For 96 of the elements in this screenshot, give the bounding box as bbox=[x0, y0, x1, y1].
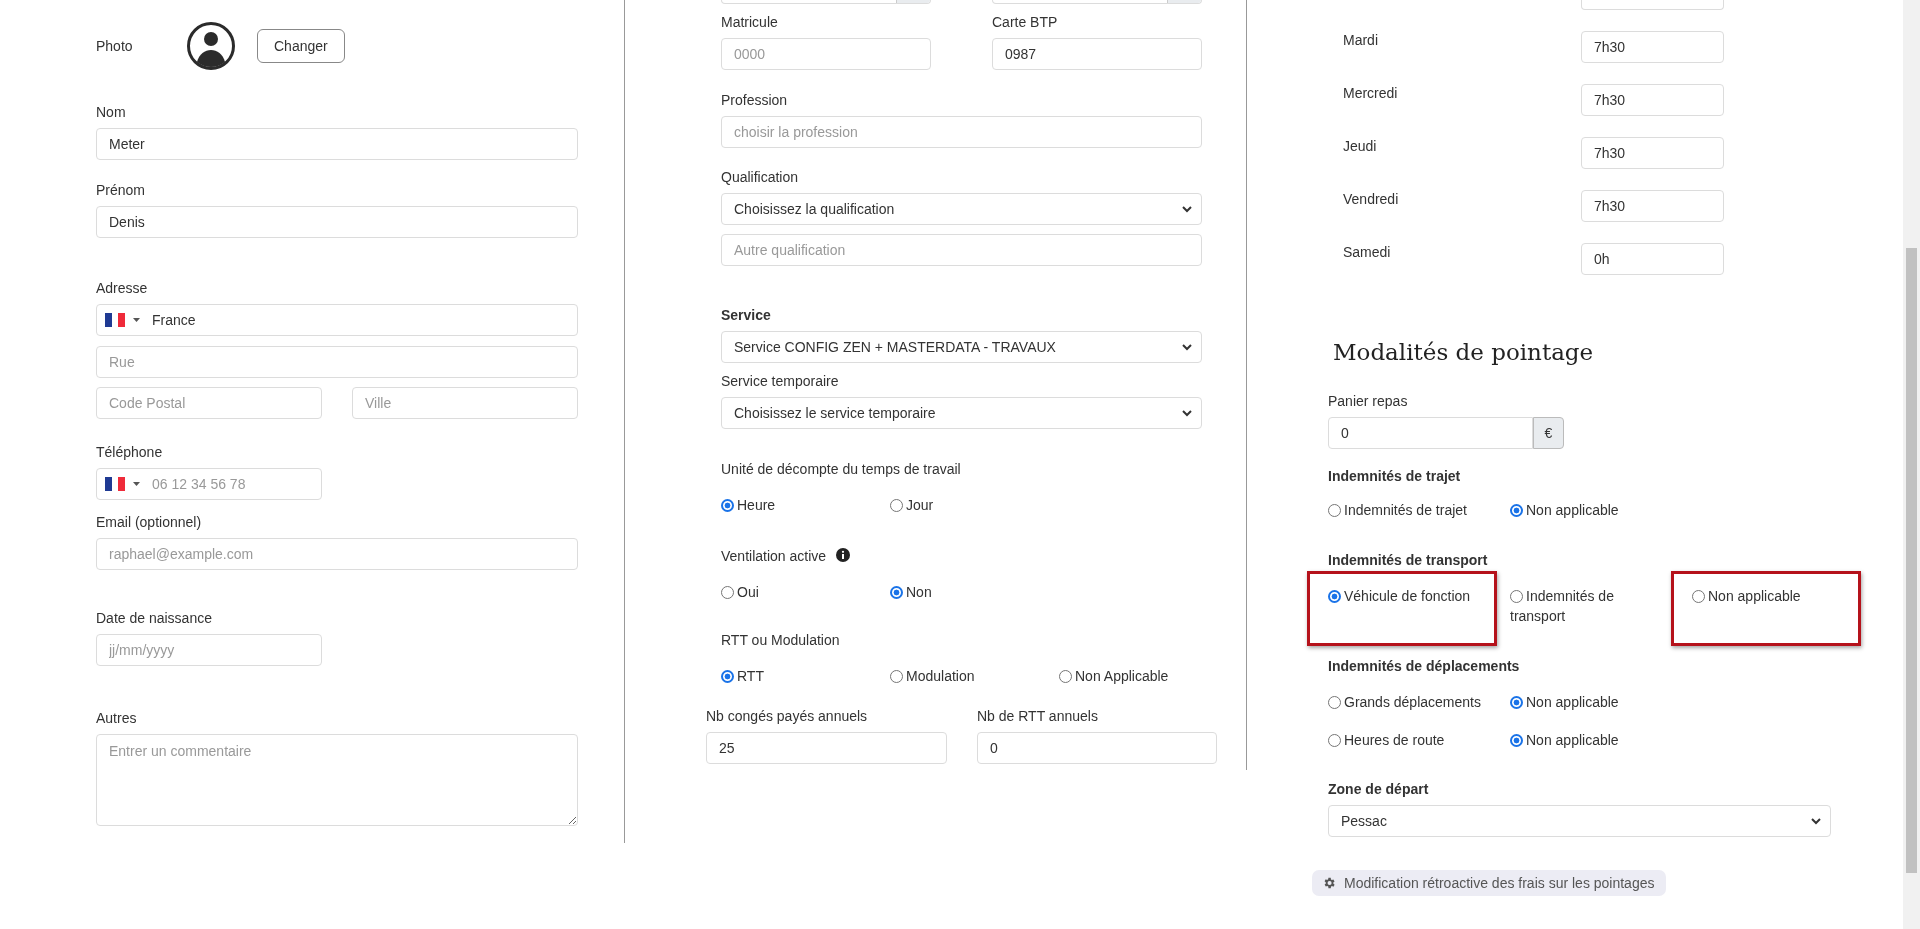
radio-button[interactable] bbox=[890, 499, 903, 512]
radio-option[interactable]: Modulation bbox=[890, 666, 1059, 686]
hours-field[interactable]: 7h30 bbox=[1581, 137, 1724, 169]
comment-field[interactable]: Entrer un commentaire bbox=[96, 734, 578, 826]
hours-field[interactable]: 7h30 bbox=[1581, 190, 1724, 222]
field-label: Service temporaire bbox=[721, 373, 840, 390]
field-label: Panier repas bbox=[1328, 393, 1409, 410]
field-label: Prénom bbox=[96, 182, 147, 199]
radio-button[interactable] bbox=[1328, 734, 1341, 747]
field-label: Nb congés payés annuels bbox=[706, 708, 869, 725]
info-icon[interactable] bbox=[836, 548, 851, 562]
dropdown[interactable]: Service CONFIG ZEN + MASTERDATA - TRAVAUX bbox=[721, 331, 1202, 363]
day-label: Mardi bbox=[1342, 32, 1379, 49]
radio-button[interactable] bbox=[1328, 696, 1341, 709]
field-label: Autres bbox=[96, 710, 138, 727]
hours-field[interactable]: 7h30 bbox=[1581, 84, 1724, 116]
radio-button[interactable] bbox=[721, 586, 734, 599]
input-field[interactable] bbox=[1581, 0, 1724, 10]
day-label: Samedi bbox=[1342, 244, 1392, 261]
field-label: Profession bbox=[721, 92, 789, 109]
input-field[interactable]: Denis bbox=[96, 206, 578, 238]
field-label: Carte BTP bbox=[992, 14, 1059, 31]
field-label: Service bbox=[721, 307, 772, 324]
input-field[interactable]: 25 bbox=[706, 732, 947, 764]
change-button[interactable]: Changer bbox=[257, 29, 345, 63]
input-field[interactable]: Rue bbox=[96, 346, 578, 378]
radio-button[interactable] bbox=[890, 670, 903, 683]
caret-icon bbox=[133, 318, 140, 322]
radio-option[interactable]: RTT bbox=[721, 666, 890, 686]
gear-icon bbox=[1322, 876, 1336, 890]
radio-button[interactable] bbox=[1328, 504, 1341, 517]
field-label: Indemnités de déplacements bbox=[1328, 658, 1521, 675]
input-field[interactable]: 0987 bbox=[992, 38, 1202, 70]
hours-field[interactable]: 7h30 bbox=[1581, 31, 1724, 63]
day-label: Vendredi bbox=[1342, 191, 1400, 208]
radio-button[interactable] bbox=[721, 670, 734, 683]
caret-icon bbox=[133, 482, 140, 486]
input-field[interactable]: Autre qualification bbox=[721, 234, 1202, 266]
field-label: Unité de décompte du temps de travail bbox=[721, 461, 962, 478]
dropdown[interactable]: Choisissez la qualification bbox=[721, 193, 1202, 225]
field-label: RTT ou Modulation bbox=[721, 632, 841, 649]
field-label: Qualification bbox=[721, 169, 800, 186]
field-label: Ventilation active bbox=[721, 548, 827, 565]
radio-option[interactable]: Non applicable bbox=[1671, 571, 1861, 646]
radio-button[interactable] bbox=[1510, 696, 1523, 709]
field-label: Zone de départ bbox=[1328, 781, 1430, 798]
input-field[interactable]: raphael@example.com bbox=[96, 538, 578, 570]
radio-button[interactable] bbox=[890, 586, 903, 599]
flag-icon bbox=[105, 477, 125, 491]
flag-icon bbox=[105, 313, 125, 327]
currency-label: € bbox=[1533, 417, 1564, 449]
user-avatar-icon bbox=[187, 22, 235, 70]
radio-option[interactable]: Heure bbox=[721, 495, 890, 515]
field-label: Matricule bbox=[721, 14, 779, 31]
day-label: Jeudi bbox=[1342, 138, 1378, 155]
retroactive-button[interactable]: Modification rétroactive des frais sur les pointages bbox=[1312, 870, 1667, 896]
radio-option[interactable]: Non Applicable bbox=[1059, 666, 1228, 686]
scrollbar[interactable] bbox=[1903, 0, 1920, 929]
input-field[interactable]: Ville bbox=[352, 387, 578, 419]
date-field[interactable]: jj/mm/yyyy bbox=[96, 634, 322, 666]
input-field[interactable]: 0000 bbox=[721, 38, 931, 70]
radio-option[interactable]: Véhicule de fonction bbox=[1307, 571, 1497, 646]
input-field[interactable]: 0 bbox=[1328, 417, 1533, 449]
field-label: Date de naissance bbox=[96, 610, 213, 627]
radio-option[interactable]: Non bbox=[890, 582, 1059, 602]
section-title: Modalités de pointage bbox=[1333, 338, 1595, 367]
radio-button[interactable] bbox=[1059, 670, 1072, 683]
radio-button[interactable] bbox=[1510, 504, 1523, 517]
field-label: Nom bbox=[96, 104, 127, 121]
radio-button[interactable] bbox=[721, 499, 734, 512]
day-label: Mercredi bbox=[1342, 85, 1399, 102]
radio-button[interactable] bbox=[1510, 590, 1523, 603]
radio-option[interactable]: Oui bbox=[721, 582, 890, 602]
field-label: Photo bbox=[96, 37, 134, 56]
input-field[interactable]: Meter bbox=[96, 128, 578, 160]
dropdown[interactable]: Pessac bbox=[1328, 805, 1831, 837]
field-label: Indemnités de transport bbox=[1328, 552, 1489, 569]
field-label: Téléphone bbox=[96, 444, 164, 461]
field-label: Email (optionnel) bbox=[96, 514, 203, 531]
input-field[interactable]: choisir la profession bbox=[721, 116, 1202, 148]
country-field[interactable]: France bbox=[96, 304, 578, 336]
radio-button[interactable] bbox=[1328, 590, 1341, 603]
chevron-down-icon bbox=[1181, 341, 1193, 353]
field-label: Adresse bbox=[96, 280, 149, 297]
radio-button[interactable] bbox=[1510, 734, 1523, 747]
chevron-down-icon bbox=[1181, 407, 1193, 419]
input-field[interactable]: 0 bbox=[977, 732, 1217, 764]
radio-option[interactable]: Jour bbox=[890, 495, 1059, 515]
input-field[interactable]: Code Postal bbox=[96, 387, 322, 419]
radio-button[interactable] bbox=[1692, 590, 1705, 603]
field-label: Nb de RTT annuels bbox=[977, 708, 1099, 725]
dropdown[interactable]: Choisissez le service temporaire bbox=[721, 397, 1202, 429]
chevron-down-icon bbox=[1181, 203, 1193, 215]
field-label: Indemnités de trajet bbox=[1328, 468, 1462, 485]
chevron-down-icon bbox=[1810, 815, 1822, 827]
hours-field[interactable]: 0h bbox=[1581, 243, 1724, 275]
